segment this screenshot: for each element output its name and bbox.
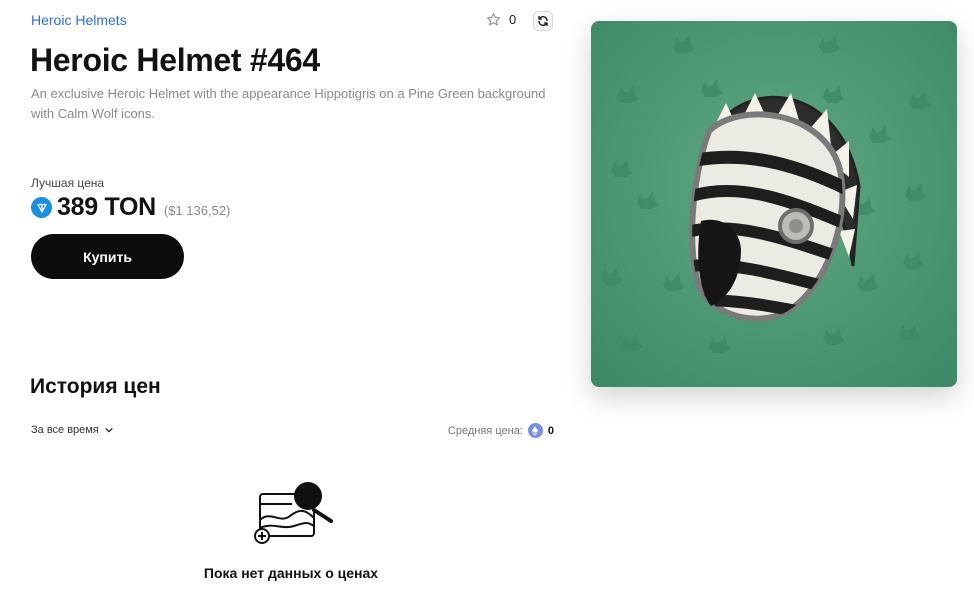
favorite-button[interactable]: 0 bbox=[486, 12, 516, 27]
favorite-count: 0 bbox=[509, 12, 517, 27]
price-history-title: История цен bbox=[30, 375, 161, 398]
star-icon bbox=[486, 13, 501, 26]
refresh-icon bbox=[538, 15, 548, 27]
empty-state-text: Пока нет данных о ценах bbox=[203, 565, 379, 581]
eth-icon bbox=[527, 423, 543, 438]
collection-link[interactable]: Heroic Helmets bbox=[31, 12, 127, 28]
price-value: 389 TON bbox=[57, 193, 156, 221]
refresh-button[interactable] bbox=[533, 11, 553, 31]
item-description: An exclusive Heroic Helmet with the appe… bbox=[31, 86, 546, 121]
period-select[interactable]: За все время bbox=[31, 424, 114, 436]
nft-image[interactable] bbox=[591, 21, 957, 387]
period-select-label: За все время bbox=[31, 424, 99, 436]
buy-button[interactable]: Купить bbox=[31, 234, 184, 279]
best-price-label: Лучшая цена bbox=[31, 176, 105, 190]
price-usd: ($1 136,52) bbox=[163, 203, 231, 218]
page-title: Heroic Helmet #464 bbox=[30, 42, 320, 78]
average-price-label: Средняя цена: bbox=[447, 424, 523, 437]
average-price: Средняя цена: 0 bbox=[448, 423, 554, 438]
average-price-value: 0 bbox=[547, 424, 554, 437]
price-row: 389 TON ($1 136,52) bbox=[31, 193, 230, 222]
ton-icon bbox=[31, 197, 52, 218]
chevron-down-icon bbox=[105, 428, 113, 433]
empty-chart-icon bbox=[254, 482, 333, 544]
helmet-image bbox=[591, 21, 957, 387]
